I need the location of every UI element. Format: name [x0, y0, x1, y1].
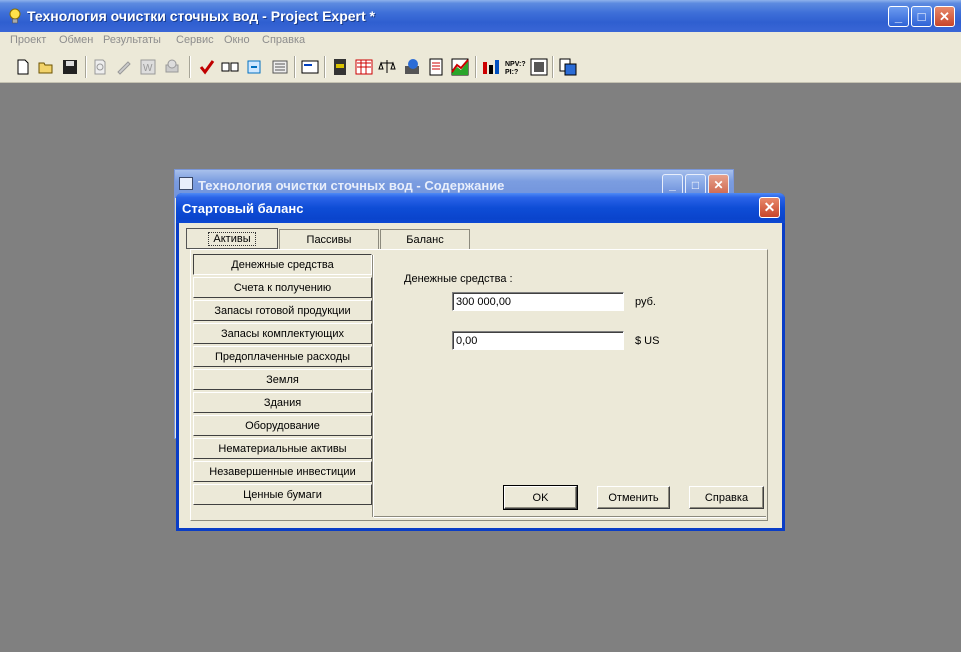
asset-securities-button[interactable]: Ценные бумаги [193, 484, 372, 505]
child-minimize-button[interactable]: _ [662, 174, 683, 195]
lightbulb-icon [9, 8, 21, 24]
menu-item-service[interactable]: Сервис [176, 34, 214, 46]
save-icon[interactable] [61, 58, 79, 76]
new-icon[interactable] [14, 58, 32, 76]
rub-amount-field[interactable] [452, 292, 624, 311]
menu-item-help[interactable]: Справка [262, 34, 305, 46]
svg-text:NPV:?: NPV:? [505, 61, 526, 68]
cancel-button[interactable]: Отменить [597, 486, 670, 509]
tab-liabilities[interactable]: Пассивы [279, 229, 379, 249]
word-icon[interactable]: W [139, 58, 157, 76]
table-icon[interactable] [331, 58, 349, 76]
chart-icon[interactable] [451, 58, 469, 76]
text-icon[interactable] [301, 58, 319, 76]
asset-intangible-button[interactable]: Нематериальные активы [193, 438, 372, 459]
balance-icon[interactable] [378, 58, 396, 76]
asset-prepaid-button[interactable]: Предоплаченные расходы [193, 346, 372, 367]
asset-equipment-button[interactable]: Оборудование [193, 415, 372, 436]
child-maximize-button[interactable]: □ [685, 174, 706, 195]
check-icon[interactable] [198, 58, 216, 76]
asset-components-button[interactable]: Запасы комплектующих [193, 323, 372, 344]
analysis-icon[interactable] [530, 58, 548, 76]
svg-text:PI:?: PI:? [505, 69, 518, 76]
usd-unit-label: $ US [635, 335, 660, 347]
panel-bottom-divider [374, 516, 766, 518]
usd-amount-field[interactable] [452, 331, 624, 350]
asset-receivables-button[interactable]: Счета к получению [193, 277, 372, 298]
finance-icon[interactable] [403, 58, 421, 76]
edit-icon[interactable] [115, 58, 133, 76]
menu-item-results[interactable]: Результаты [103, 34, 161, 46]
dialog-close-button[interactable]: ✕ [759, 197, 780, 218]
app-title: Технология очистки сточных вод - Project… [27, 8, 375, 24]
menu-item-window[interactable]: Окно [224, 34, 250, 46]
dialog-title: Стартовый баланс [182, 201, 304, 216]
tab-balance-label: Баланс [406, 233, 444, 246]
menu-bar: Проект Обмен Результаты Сервис Окно Спра… [0, 32, 961, 50]
help-button[interactable]: Справка [689, 486, 764, 509]
ok-button[interactable]: OK [503, 485, 578, 510]
cash-field-label: Денежные средства : [404, 273, 513, 285]
app-title-bar: Технология очистки сточных вод - Project… [0, 0, 961, 32]
tab-balance[interactable]: Баланс [380, 229, 470, 249]
dialog-title-bar: Стартовый баланс ✕ [176, 193, 785, 223]
menu-item-project[interactable]: Проект [10, 34, 46, 46]
export-icon[interactable] [559, 58, 577, 76]
maximize-button[interactable]: □ [911, 6, 932, 27]
asset-land-button[interactable]: Земля [193, 369, 372, 390]
tab-liabilities-label: Пассивы [306, 233, 352, 246]
tab-assets-label: Активы [208, 231, 256, 246]
npv-pi-icon[interactable]: NPV:?PI:? [505, 58, 527, 76]
svg-text:W: W [143, 63, 153, 74]
report-icon[interactable] [427, 58, 445, 76]
document-icon [179, 177, 193, 190]
open-icon[interactable] [37, 58, 55, 76]
asset-buildings-button[interactable]: Здания [193, 392, 372, 413]
bar-chart-icon[interactable] [482, 58, 500, 76]
cashflow-icon[interactable] [355, 58, 373, 76]
content-window-title: Технология очистки сточных вод - Содержа… [198, 178, 505, 193]
minimize-button[interactable]: _ [888, 6, 909, 27]
asset-cash-button[interactable]: Денежные средства [193, 254, 372, 275]
notes-icon[interactable] [271, 58, 289, 76]
panel-divider [372, 255, 374, 517]
refresh-icon[interactable] [245, 58, 263, 76]
asset-finished-goods-button[interactable]: Запасы готовой продукции [193, 300, 372, 321]
close-button[interactable]: ✕ [934, 6, 955, 27]
menu-item-exchange[interactable]: Обмен [59, 34, 93, 46]
preview-icon[interactable] [91, 58, 109, 76]
print-icon[interactable] [163, 58, 181, 76]
tab-assets[interactable]: Активы [186, 228, 278, 249]
compare-icon[interactable] [221, 58, 239, 76]
rub-unit-label: руб. [635, 296, 656, 308]
child-close-button[interactable]: ✕ [708, 174, 729, 195]
asset-unfinished-investments-button[interactable]: Незавершенные инвестиции [193, 461, 372, 482]
